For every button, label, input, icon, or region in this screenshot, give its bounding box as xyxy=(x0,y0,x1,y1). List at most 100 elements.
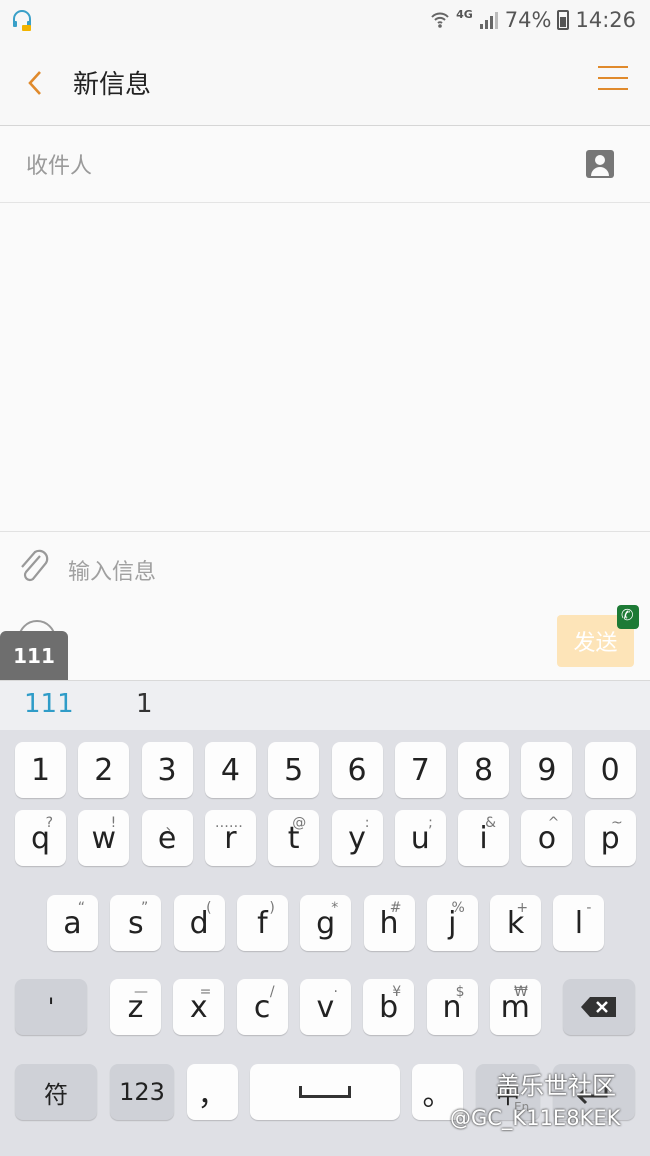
app-header: 新信息 xyxy=(0,40,650,126)
key-j-alt-label: % xyxy=(451,900,465,916)
key-8[interactable]: 8 xyxy=(458,742,510,798)
recipient-input[interactable]: 收件人 xyxy=(26,148,546,180)
key-o-alt-label: ^ xyxy=(547,815,560,831)
key-w[interactable]: w! xyxy=(78,810,130,866)
key-r[interactable]: r…… xyxy=(204,810,256,866)
key-5-label: 5 xyxy=(284,752,304,788)
headset-notification-icon xyxy=(13,10,31,31)
key-preview-popup: 111 xyxy=(0,631,68,681)
wifi-icon xyxy=(431,12,449,28)
key-g-alt-label: * xyxy=(331,900,339,916)
symbols-key[interactable]: 符 xyxy=(15,1064,97,1120)
candidate-item[interactable]: 111 xyxy=(24,689,74,719)
key-9-label: 9 xyxy=(537,752,557,788)
key-b[interactable]: b ¥ xyxy=(363,979,415,1035)
battery-icon xyxy=(557,10,570,30)
key-o[interactable]: o ^ xyxy=(521,810,573,866)
candidate-bar: 111 1 xyxy=(0,680,650,730)
key-f[interactable]: f) xyxy=(236,895,288,951)
status-icons: 4G 74% 14:26 xyxy=(430,6,636,34)
key-g[interactable]: g * xyxy=(300,895,352,951)
candidate-item[interactable]: 1 xyxy=(136,689,153,719)
period-key-label: 。 xyxy=(422,1078,453,1113)
numbers-key[interactable]: 123 xyxy=(110,1064,174,1120)
space-icon xyxy=(299,1086,351,1098)
key-a-alt-label: “ xyxy=(77,900,85,916)
key-v-alt-label: · xyxy=(333,984,338,1000)
message-input[interactable]: 输入信息 xyxy=(68,554,156,586)
key-0-label: 0 xyxy=(600,752,620,788)
key-p[interactable]: p ~ xyxy=(584,810,636,866)
key-apostrophe-label: ' xyxy=(47,993,55,1021)
key-f-label: f xyxy=(257,905,268,941)
key-y[interactable]: y: xyxy=(331,810,383,866)
key-q[interactable]: q? xyxy=(15,810,66,866)
key-x[interactable]: x = xyxy=(173,979,225,1035)
key-n[interactable]: n $ xyxy=(426,979,478,1035)
key-2-label: 2 xyxy=(94,752,114,788)
key-7[interactable]: 7 xyxy=(394,742,446,798)
conversation-area xyxy=(0,203,650,531)
key-3[interactable]: 3 xyxy=(141,742,193,798)
backspace-key[interactable] xyxy=(563,979,635,1035)
key-4-label: 4 xyxy=(220,752,240,788)
watermark-line-2: @GC_K11E8KEK xyxy=(450,1106,621,1130)
key-6[interactable]: 6 xyxy=(331,742,383,798)
back-arrow-icon[interactable] xyxy=(22,66,52,100)
key-k[interactable]: k + xyxy=(490,895,542,951)
key-l[interactable]: l- xyxy=(553,895,605,951)
comma-key[interactable]: ， xyxy=(187,1064,238,1120)
status-bar: 4G 74% 14:26 xyxy=(0,0,650,40)
key-x-alt-label: = xyxy=(199,984,212,1000)
comma-key-label: ， xyxy=(197,1078,228,1113)
key-v-label: v xyxy=(316,989,335,1025)
key-b-alt-label: ¥ xyxy=(392,984,402,1000)
key-u[interactable]: u; xyxy=(394,810,446,866)
key-a[interactable]: a “ xyxy=(47,895,98,951)
phone-badge-icon[interactable] xyxy=(617,605,639,629)
clock: 14:26 xyxy=(575,8,636,32)
key-3-label: 3 xyxy=(157,752,177,788)
attachment-icon[interactable] xyxy=(16,546,52,586)
key-w-alt-label: ! xyxy=(110,815,117,831)
key-n-alt-label: $ xyxy=(455,984,465,1000)
key-5[interactable]: 5 xyxy=(268,742,320,798)
menu-icon[interactable] xyxy=(598,66,628,96)
key-c[interactable]: c / xyxy=(236,979,288,1035)
key-u-alt-label: ; xyxy=(428,815,433,831)
key-1[interactable]: 1 xyxy=(15,742,66,798)
key-l-label: l xyxy=(574,905,584,941)
key-q-alt-label: ? xyxy=(45,815,53,831)
key-4[interactable]: 4 xyxy=(204,742,256,798)
key-z-alt-label: — xyxy=(134,984,148,1000)
key-l-alt-label: - xyxy=(586,900,592,916)
key-i-alt-label: & xyxy=(485,815,497,831)
key-h-alt-label: # xyxy=(389,900,402,916)
key-8-label: 8 xyxy=(474,752,494,788)
watermark-line-1: 盖乐世社区 xyxy=(496,1072,616,1100)
key-k-alt-label: + xyxy=(516,900,529,916)
key-e[interactable]: e、 xyxy=(141,810,193,866)
key-0[interactable]: 0 xyxy=(584,742,636,798)
key-s[interactable]: s” xyxy=(110,895,162,951)
key-d[interactable]: d( xyxy=(173,895,225,951)
page-title: 新信息 xyxy=(73,70,152,100)
key-9[interactable]: 9 xyxy=(521,742,573,798)
key-v[interactable]: v · xyxy=(299,979,351,1035)
key-m[interactable]: m ₩ xyxy=(489,979,541,1035)
key-c-label: c xyxy=(253,989,271,1025)
key-2[interactable]: 2 xyxy=(78,742,130,798)
key-j[interactable]: j% xyxy=(426,895,478,951)
key-p-alt-label: ~ xyxy=(610,815,623,831)
key-y-alt-label: : xyxy=(364,815,370,831)
key-z[interactable]: z — xyxy=(110,979,161,1035)
key-h[interactable]: h # xyxy=(363,895,415,951)
key-i[interactable]: i & xyxy=(458,810,510,866)
key-t-alt-label: @ xyxy=(292,815,307,831)
space-key[interactable] xyxy=(250,1064,400,1120)
compose-bar: 输入信息 111 发送 xyxy=(0,531,650,681)
key-apostrophe[interactable]: ' xyxy=(15,979,87,1035)
key-t[interactable]: t @ xyxy=(268,810,320,866)
key-s-alt-label: ” xyxy=(141,900,149,916)
contact-picker-icon[interactable] xyxy=(586,150,614,178)
